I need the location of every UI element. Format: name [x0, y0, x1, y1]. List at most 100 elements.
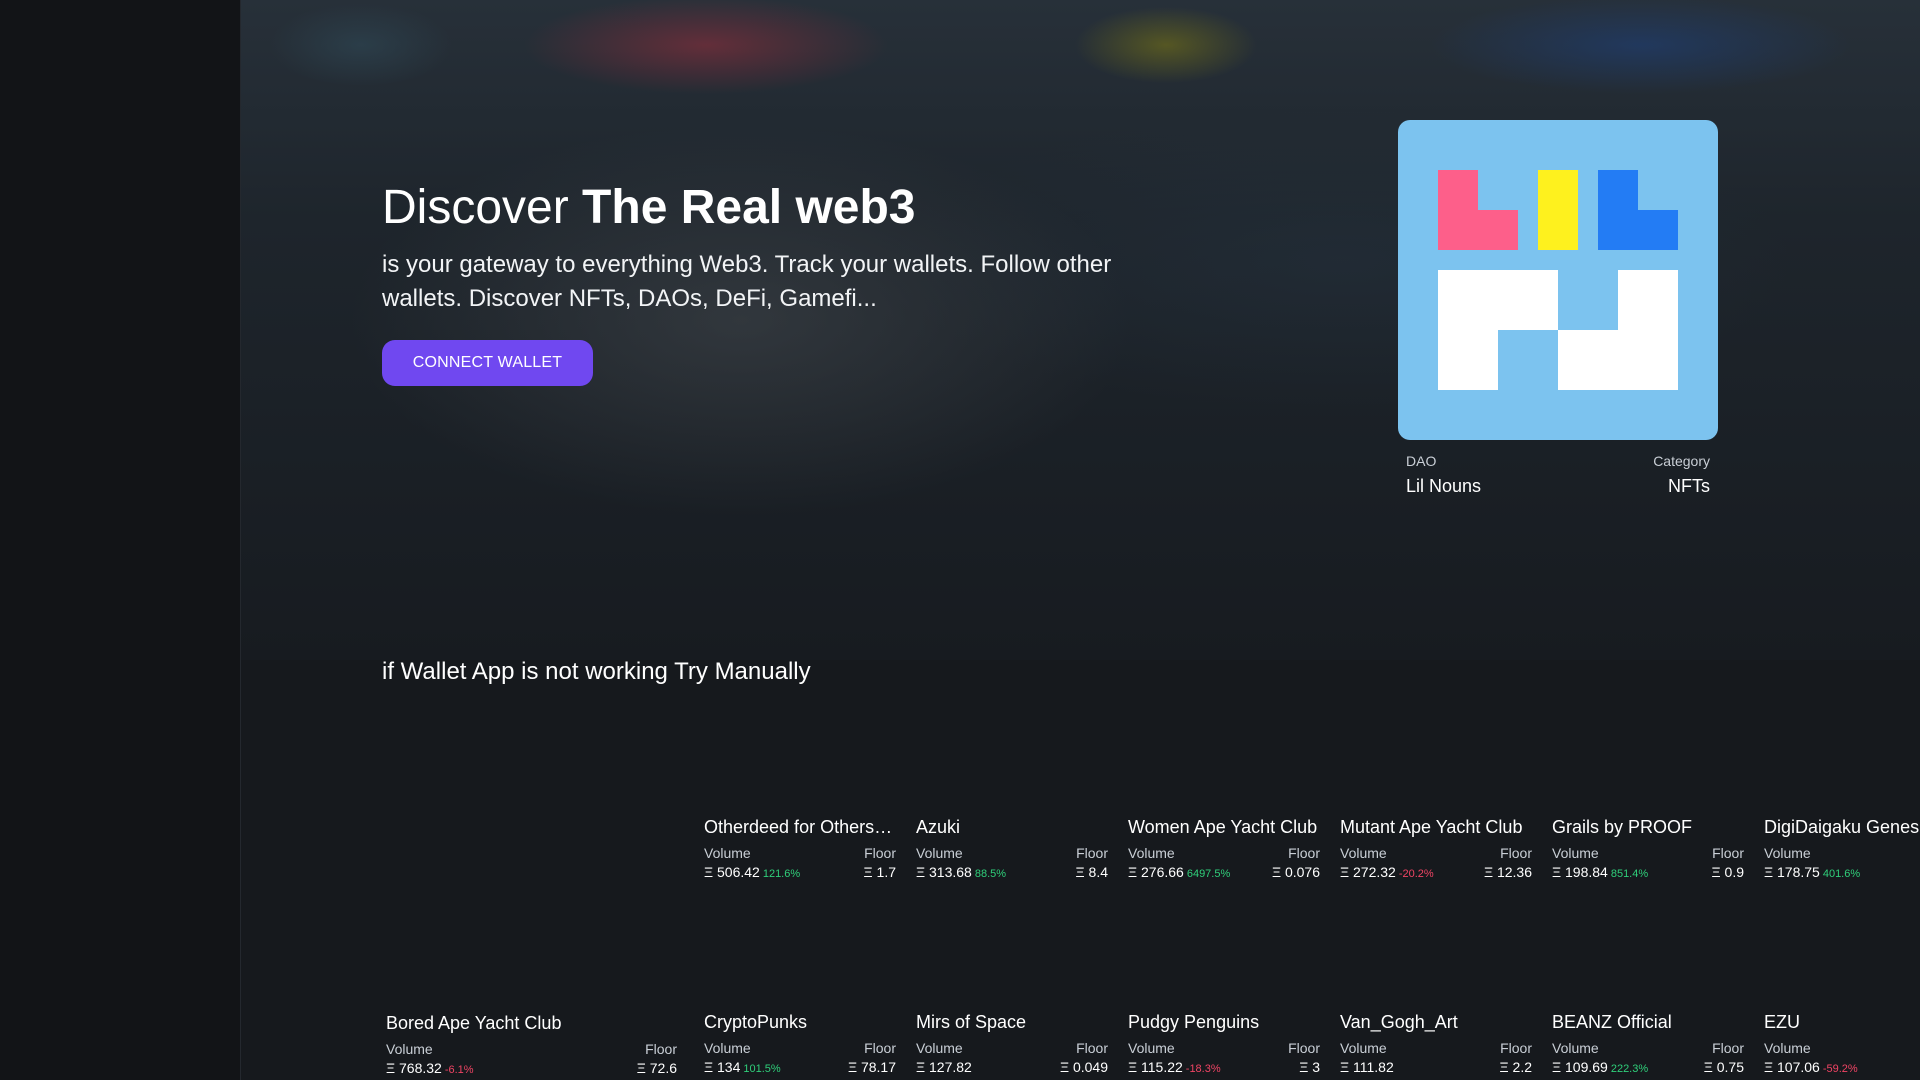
collection-card[interactable]: Women Ape Yacht Club Volume Ξ 276.66 6497.5…	[1128, 816, 1320, 916]
volume-amount: 276.66	[1141, 864, 1184, 880]
floor-amount: 0.076	[1284, 864, 1320, 880]
collection-name: Pudgy Penguins	[1128, 1012, 1260, 1032]
volume-value: Ξ 107.06 -59.2%	[1764, 1057, 1858, 1079]
volume-label: Volume	[704, 845, 751, 861]
eth-symbol: Ξ	[386, 1060, 396, 1076]
eth-symbol: Ξ	[1764, 1059, 1774, 1075]
collection-card[interactable]: Otherdeed for Others… Volume Ξ 506.42 121.6…	[704, 816, 896, 916]
volume-value: Ξ 111.82	[1340, 1057, 1397, 1079]
sidebar	[0, 0, 241, 1080]
collection-card[interactable]: CryptoPunks Volume Ξ 134 101.5% Floor Ξ 78.17	[704, 1011, 896, 1080]
volume-change: 121.6%	[762, 868, 801, 880]
collection-card[interactable]: Grails by PROOF Volume Ξ 198.84 851.4% Floor…	[1552, 816, 1744, 916]
eth-symbol: Ξ	[863, 864, 873, 880]
collection-grid: Otherdeed for Others… Volume Ξ 506.42 121.6…	[241, 0, 1920, 1080]
volume-block: Volume Ξ 313.68 88.5%	[916, 844, 1006, 884]
collection-card[interactable]: Azuki Volume Ξ 313.68 88.5% Floor Ξ 8.4	[916, 816, 1108, 916]
volume-label: Volume	[1552, 1040, 1599, 1056]
collection-card[interactable]: BEANZ Official Volume Ξ 109.69 222.3% Floor Ξ…	[1552, 1011, 1744, 1080]
volume-label: Volume	[1340, 1040, 1387, 1056]
collection-name: BEANZ Official	[1552, 1012, 1672, 1032]
volume-block: Volume Ξ 198.84 851.4%	[1552, 844, 1648, 884]
floor-value: Ξ 2.2	[1500, 1057, 1532, 1077]
collection-card[interactable]: Bored Ape Yacht Club Volume Ξ 768.32 -6.1% F…	[386, 1012, 677, 1080]
collection-stats: Volume Ξ 127.82 Floor Ξ 0.049	[916, 1039, 1108, 1079]
collection-stats: Volume Ξ 178.75 401.6%	[1764, 844, 1920, 884]
collection-name: Mutant Ape Yacht Club	[1340, 817, 1523, 837]
volume-change: -6.1%	[444, 1064, 474, 1076]
volume-amount: 127.82	[929, 1059, 972, 1075]
collection-card[interactable]: Pudgy Penguins Volume Ξ 115.22 -18.3% Floor Ξ…	[1128, 1011, 1320, 1080]
volume-value: Ξ 768.32 -6.1%	[386, 1058, 474, 1080]
floor-value: Ξ 72.6	[637, 1058, 677, 1078]
floor-amount: 3	[1312, 1059, 1320, 1075]
collection-card[interactable]: DigiDaigaku Genesis Volume Ξ 178.75 401.6%	[1764, 816, 1920, 916]
volume-value: Ξ 276.66 6497.5%	[1128, 862, 1230, 884]
volume-amount: 109.69	[1565, 1059, 1608, 1075]
volume-change: 851.4%	[1610, 868, 1649, 880]
floor-value: Ξ 8.4	[1076, 862, 1108, 882]
volume-label: Volume	[1764, 1040, 1811, 1056]
volume-block: Volume Ξ 768.32 -6.1%	[386, 1040, 474, 1080]
volume-block: Volume Ξ 134 101.5%	[704, 1039, 781, 1079]
floor-amount: 78.17	[860, 1059, 896, 1075]
eth-symbol: Ξ	[1271, 864, 1282, 880]
volume-change: 401.6%	[1822, 868, 1861, 880]
volume-change: 6497.5%	[1186, 868, 1231, 880]
volume-amount: 107.06	[1777, 1059, 1820, 1075]
collection-name: Bored Ape Yacht Club	[386, 1013, 562, 1033]
eth-symbol: Ξ	[1499, 1059, 1509, 1075]
volume-change: 101.5%	[743, 1063, 781, 1075]
floor-label: Floor	[1288, 845, 1320, 861]
eth-symbol: Ξ	[916, 1059, 926, 1075]
volume-label: Volume	[916, 1040, 963, 1056]
eth-symbol: Ξ	[1711, 864, 1721, 880]
collection-name: DigiDaigaku Genesis	[1764, 817, 1920, 837]
collection-stats: Volume Ξ 115.22 -18.3% Floor Ξ 3	[1128, 1039, 1320, 1079]
volume-block: Volume Ξ 272.32 -20.2%	[1340, 844, 1434, 884]
collection-card[interactable]: EZU Volume Ξ 107.06 -59.2%	[1764, 1011, 1920, 1080]
eth-symbol: Ξ	[704, 1059, 714, 1075]
floor-amount: 8.4	[1088, 864, 1108, 880]
volume-change: -59.2%	[1822, 1063, 1858, 1075]
collection-stats: Volume Ξ 506.42 121.6% Floor Ξ 1.7	[704, 844, 896, 884]
volume-block: Volume Ξ 111.82	[1340, 1039, 1397, 1079]
floor-block: Floor Ξ 0.049	[1060, 1039, 1108, 1079]
eth-symbol: Ξ	[1340, 1059, 1350, 1075]
floor-amount: 2.2	[1512, 1059, 1532, 1075]
volume-label: Volume	[386, 1041, 433, 1057]
collection-name: CryptoPunks	[704, 1012, 808, 1032]
volume-change: 222.3%	[1610, 1063, 1649, 1075]
collection-name: Otherdeed for Others…	[704, 817, 893, 837]
volume-block: Volume Ξ 109.69 222.3%	[1552, 1039, 1648, 1079]
eth-symbol: Ξ	[1299, 1059, 1309, 1075]
collection-stats: Volume Ξ 768.32 -6.1% Floor Ξ 72.6	[386, 1040, 677, 1080]
eth-symbol: Ξ	[1059, 1059, 1070, 1075]
collection-card[interactable]: Mirs of Space Volume Ξ 127.82 Floor Ξ 0.049	[916, 1011, 1108, 1080]
volume-block: Volume Ξ 178.75 401.6%	[1764, 844, 1860, 884]
floor-block: Floor Ξ 2.2	[1500, 1039, 1532, 1079]
volume-value: Ξ 272.32 -20.2%	[1340, 862, 1434, 884]
collection-card[interactable]: Van_Gogh_Art Volume Ξ 111.82 Floor Ξ 2.2	[1340, 1011, 1532, 1080]
volume-value: Ξ 127.82	[916, 1057, 975, 1079]
collection-stats: Volume Ξ 276.66 6497.5% Floor Ξ 0.076	[1128, 844, 1320, 884]
eth-symbol: Ξ	[1128, 864, 1138, 880]
volume-label: Volume	[1764, 845, 1811, 861]
eth-symbol: Ξ	[1483, 864, 1494, 880]
floor-amount: 12.36	[1496, 864, 1532, 880]
collection-card[interactable]: Mutant Ape Yacht Club Volume Ξ 272.32 -20.2…	[1340, 816, 1532, 916]
floor-block: Floor Ξ 72.6	[637, 1040, 677, 1080]
volume-block: Volume Ξ 107.06 -59.2%	[1764, 1039, 1858, 1079]
floor-amount: 72.6	[649, 1060, 677, 1076]
volume-block: Volume Ξ 506.42 121.6%	[704, 844, 800, 884]
floor-amount: 1.7	[876, 864, 896, 880]
floor-block: Floor Ξ 0.076	[1272, 844, 1320, 884]
floor-label: Floor	[1500, 1040, 1532, 1056]
volume-label: Volume	[1340, 845, 1387, 861]
volume-amount: 506.42	[717, 864, 760, 880]
eth-symbol: Ξ	[1552, 864, 1562, 880]
floor-value: Ξ 0.049	[1060, 1057, 1108, 1077]
volume-value: Ξ 134 101.5%	[704, 1057, 781, 1079]
floor-label: Floor	[645, 1041, 677, 1057]
floor-block: Floor Ξ 1.7	[864, 844, 896, 884]
